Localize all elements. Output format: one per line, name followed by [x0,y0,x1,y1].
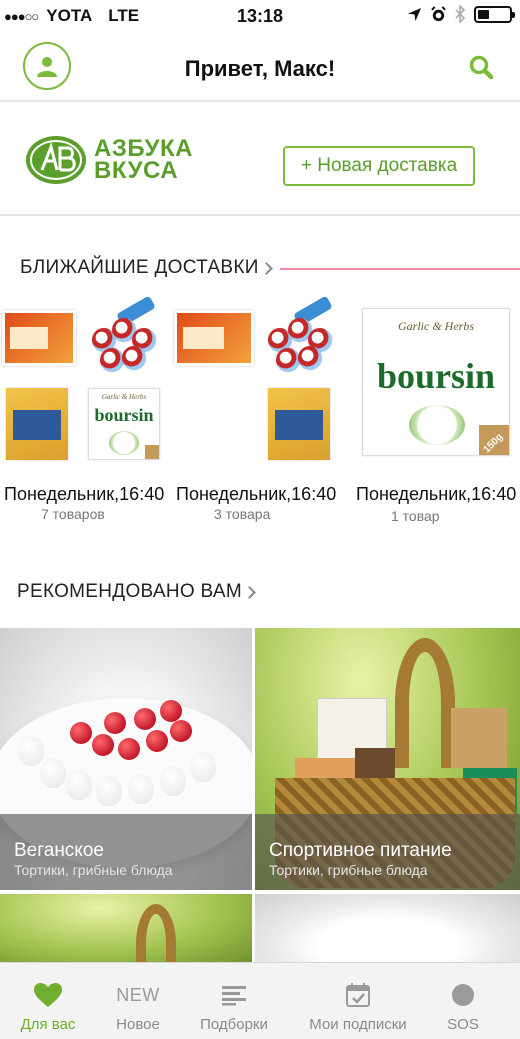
tile-subtitle: Тортики, грибные блюда [269,862,428,878]
delivery-item-count: 1 товар [391,508,440,524]
upcoming-deliveries-heading[interactable]: БЛИЖАЙШИЕ ДОСТАВКИ [20,257,273,279]
product-babybel [298,346,322,370]
logo-wordmark: АЗБУКА ВКУСА [94,137,193,184]
signal-strength-icon: ●●●○○ [4,8,39,24]
app-header: Привет, Макс! [0,32,520,102]
carrier-name: YOTA [46,6,93,25]
calendar-check-icon [346,983,370,1007]
tile-title: Веганское [14,840,104,861]
logo-emblem-icon [26,136,86,184]
tab-for-you[interactable]: Для вас [0,963,96,1039]
new-delivery-button[interactable]: + Новая доставка [283,146,475,186]
search-icon[interactable] [468,54,494,80]
delivery-date: Понедельник,16:40 [356,484,517,504]
bluetooth-icon [455,5,466,23]
heart-icon [34,983,62,1007]
recommended-title: РЕКОМЕНДОВАНО ВАМ [17,581,242,602]
recommendation-tile-sport[interactable]: Спортивное питание Тортики, грибные блюд… [255,628,520,890]
brand-bar: АЗБУКА ВКУСА + Новая доставка [0,104,520,216]
delivery-item-count: 3 товара [214,506,271,522]
bottom-tab-bar: Для вас NEW Новое Подборки Мои подписки … [0,962,520,1039]
delivery-date: Понедельник,16:40 [176,484,337,504]
delivery-products: Garlic & Herbs boursin [0,292,170,472]
tab-label: Для вас [20,1016,76,1033]
product-cheese-pack [6,388,68,460]
status-bar: ●●●○○ YOTA LTE 13:18 [0,0,520,32]
delivery-products: Garlic & Herbs boursin 150g [355,292,520,472]
page-title: Привет, Макс! [184,56,336,81]
recommendation-tile-partial[interactable] [255,894,520,962]
deliveries-carousel[interactable]: Garlic & Herbs boursin Понедельник,16:40… [0,292,520,532]
azbuka-vkusa-logo: АЗБУКА ВКУСА [24,134,193,186]
product-box [451,708,507,768]
tab-label: Новое [116,1016,160,1033]
new-text-icon: NEW [116,984,160,1005]
delivery-products [172,292,342,472]
tab-new[interactable]: NEW Новое [96,963,180,1039]
delivery-item-count: 7 товаров [41,506,105,522]
recommendation-tile-partial[interactable] [0,894,252,962]
chevron-right-icon [259,261,273,275]
delivery-card[interactable]: Понедельник,16:40 3 товара [172,292,342,522]
tab-label: SOS [447,1016,479,1033]
logo-line-2: ВКУСА [94,157,179,184]
chevron-right-icon [243,585,256,599]
product-cheese-block [2,310,76,366]
product-cheese-pack [268,388,330,460]
tab-my-subscriptions[interactable]: Мои подписки [300,963,416,1039]
product-babybel [276,348,300,372]
product-babybel [122,346,146,370]
product-boursin: Garlic & Herbs boursin [88,388,160,460]
product-babybel [100,348,124,372]
tab-label: Подборки [200,1016,268,1033]
boursin-brand-text: boursin [94,405,154,425]
delivery-date: Понедельник,16:40 [4,484,165,504]
basket-image [395,638,455,768]
alarm-icon [431,5,446,21]
boursin-variant-text: Garlic & Herbs [398,319,474,333]
battery-icon [474,5,515,23]
list-lines-icon [222,986,246,1006]
tab-label: Мои подписки [309,1016,407,1033]
delivery-card[interactable]: Garlic & Herbs boursin Понедельник,16:40… [0,292,170,522]
status-icons [407,5,515,23]
recommended-grid: Веганское Тортики, грибные блюда Спортив… [0,628,520,962]
tab-collections[interactable]: Подборки [186,963,282,1039]
recommended-heading[interactable]: РЕКОМЕНДОВАНО ВАМ [17,581,256,603]
upcoming-deliveries-title: БЛИЖАЙШИЕ ДОСТАВКИ [20,257,259,278]
tile-subtitle: Тортики, грибные блюда [14,862,173,878]
product-boursin-large: Garlic & Herbs boursin 150g [362,308,510,456]
product-cheese-block [174,310,254,366]
boursin-brand-text: boursin [376,356,496,396]
location-arrow-icon [407,7,422,21]
tab-sos[interactable]: SOS [420,963,506,1039]
network-type: LTE [108,6,140,25]
timeline-divider [280,268,520,270]
delivery-card[interactable]: Garlic & Herbs boursin 150g Понедельник,… [355,292,520,524]
circle-icon [452,984,474,1006]
tile-title: Спортивное питание [269,840,452,861]
boursin-variant-text: Garlic & Herbs [101,393,147,401]
recommendation-tile-vegan[interactable]: Веганское Тортики, грибные блюда [0,628,252,890]
